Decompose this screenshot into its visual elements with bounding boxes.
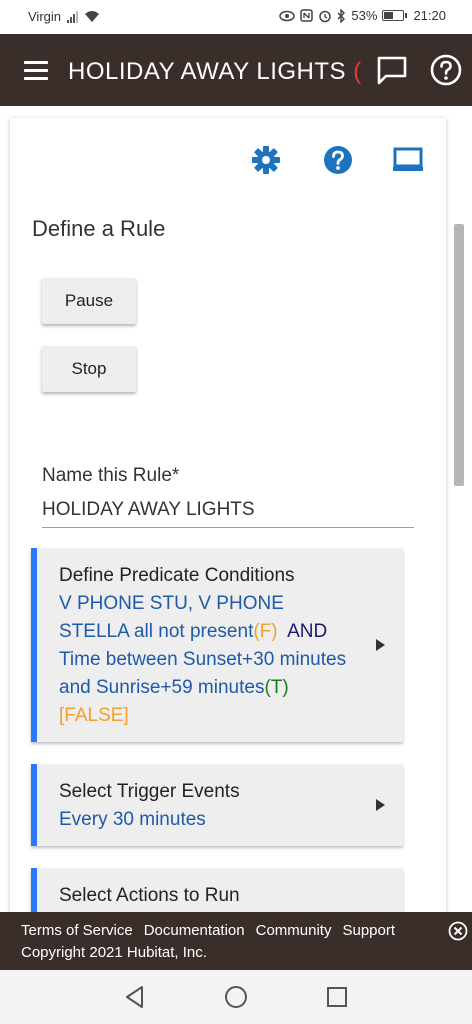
- chevron-right-icon: [376, 639, 385, 651]
- footer-link-documentation[interactable]: Documentation: [144, 922, 245, 939]
- cond2-state: (T): [264, 677, 289, 698]
- rule-card: Define a Rule Pause Stop Name this Rule*…: [10, 118, 446, 912]
- close-icon[interactable]: [448, 921, 468, 941]
- eye-icon: [279, 10, 296, 21]
- app-header: HOLIDAY AWAY LIGHTS (: [0, 34, 472, 106]
- scrollbar[interactable]: [454, 224, 464, 486]
- recents-icon[interactable]: [324, 984, 350, 1010]
- help-icon[interactable]: [322, 144, 354, 176]
- back-icon[interactable]: [122, 984, 148, 1010]
- battery-percent: 53%: [351, 8, 378, 23]
- copyright: Copyright 2021 Hubitat, Inc.: [21, 944, 207, 961]
- footer-links: Terms of Service Documentation Community…: [21, 922, 395, 939]
- status-bar: Virgin 53% 21:20: [0, 0, 472, 34]
- predicate-result: [FALSE]: [59, 705, 129, 726]
- gear-icon[interactable]: [250, 144, 282, 176]
- menu-icon[interactable]: [24, 61, 50, 81]
- actions-section[interactable]: Select Actions to Run: [31, 868, 403, 912]
- footer-link-community[interactable]: Community: [256, 922, 332, 939]
- section-title: Select Trigger Events: [59, 781, 240, 802]
- chevron-right-icon: [376, 799, 385, 811]
- trigger-events-section[interactable]: Select Trigger Events Every 30 minutes: [31, 764, 403, 846]
- section-title: Select Actions to Run: [59, 885, 240, 906]
- alarm-icon: [319, 10, 332, 22]
- help-icon[interactable]: [430, 54, 462, 86]
- page-title: HOLIDAY AWAY LIGHTS (: [68, 58, 362, 85]
- bluetooth-icon: [337, 8, 346, 23]
- toolbar: [10, 144, 446, 180]
- carrier-name: Virgin: [28, 9, 62, 24]
- footer: Terms of Service Documentation Community…: [0, 912, 472, 970]
- home-icon[interactable]: [223, 984, 249, 1010]
- title-overflow: (: [353, 58, 362, 85]
- nfc-icon: [300, 9, 314, 22]
- rule-name-label: Name this Rule*: [42, 465, 180, 486]
- footer-link-support[interactable]: Support: [342, 922, 395, 939]
- main-content: Define a Rule Pause Stop Name this Rule*…: [0, 106, 472, 912]
- signal-icon: [67, 10, 79, 23]
- laptop-icon[interactable]: [392, 144, 424, 176]
- predicate-conditions-section[interactable]: Define Predicate Conditions V PHONE STU,…: [31, 548, 403, 742]
- clock: 21:20: [413, 8, 446, 23]
- rule-name-input[interactable]: [42, 492, 414, 528]
- cond1-state: (F): [253, 621, 278, 642]
- predicate-summary: V PHONE STU, V PHONE STELLA all not pres…: [59, 593, 347, 726]
- system-nav-bar: [0, 970, 472, 1024]
- wifi-icon: [85, 11, 100, 22]
- and-operator: AND: [287, 621, 328, 642]
- trigger-summary: Every 30 minutes: [59, 809, 206, 830]
- section-title: Define Predicate Conditions: [59, 565, 295, 586]
- chat-icon[interactable]: [376, 54, 408, 86]
- page-heading: Define a Rule: [32, 216, 166, 241]
- footer-link-terms[interactable]: Terms of Service: [21, 922, 133, 939]
- battery-icon: [382, 10, 408, 21]
- pause-button[interactable]: Pause: [42, 278, 136, 324]
- stop-button[interactable]: Stop: [42, 346, 136, 392]
